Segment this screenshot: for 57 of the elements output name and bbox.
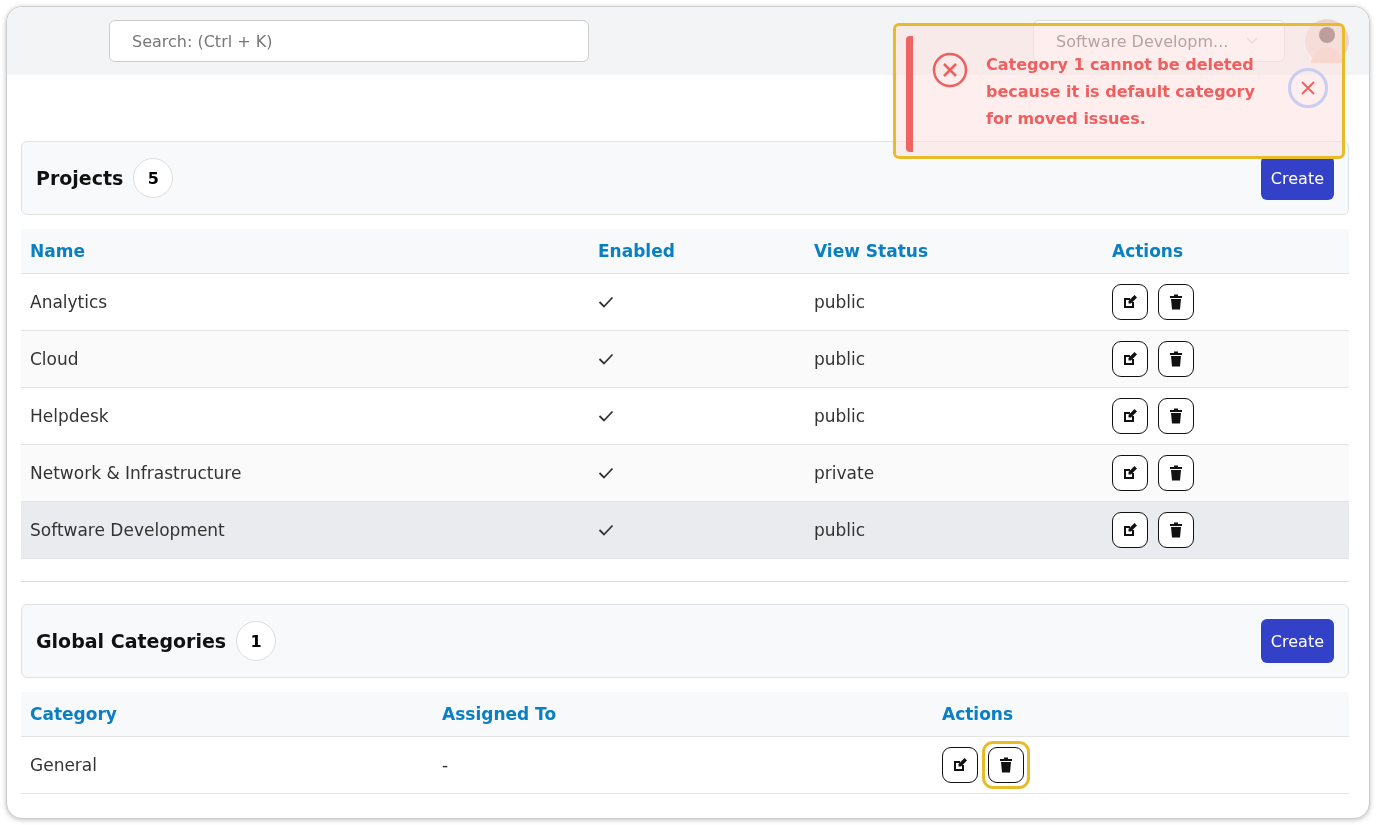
table-cell: Helpdesk bbox=[30, 406, 109, 426]
table-row[interactable]: Helpdesk public bbox=[21, 387, 1349, 445]
table-cell: public bbox=[814, 520, 866, 540]
delete-button[interactable] bbox=[1158, 284, 1194, 320]
table-cell: - bbox=[442, 755, 449, 775]
count-badge: 5 bbox=[133, 158, 174, 198]
column-header: Actions bbox=[933, 692, 1349, 737]
column-header: Enabled bbox=[589, 229, 805, 274]
table-row[interactable]: Software Development public bbox=[21, 501, 1349, 559]
pencil-icon bbox=[1121, 293, 1139, 311]
column-header: Assigned To bbox=[433, 692, 933, 737]
table-row[interactable]: Cloud public bbox=[21, 330, 1349, 388]
table-cell: Network & Infrastructure bbox=[30, 463, 242, 483]
count-badge: 1 bbox=[236, 621, 277, 661]
create-button[interactable]: Create bbox=[1260, 619, 1334, 663]
edit-button[interactable] bbox=[1112, 398, 1148, 434]
pencil-icon bbox=[951, 756, 969, 774]
table-cell: private bbox=[814, 463, 875, 483]
edit-button[interactable] bbox=[1112, 341, 1148, 377]
column-header: Actions bbox=[1103, 229, 1349, 274]
trash-icon bbox=[997, 756, 1015, 774]
table-cell: Analytics bbox=[30, 292, 108, 312]
close-icon bbox=[1300, 80, 1316, 96]
delete-button[interactable] bbox=[1158, 398, 1194, 434]
edit-button[interactable] bbox=[1112, 284, 1148, 320]
table-row[interactable]: Network & Infrastructure private bbox=[21, 444, 1349, 502]
delete-button[interactable] bbox=[988, 747, 1024, 783]
edit-button[interactable] bbox=[1112, 455, 1148, 491]
delete-button[interactable] bbox=[1158, 455, 1194, 491]
table-cell: public bbox=[814, 292, 866, 312]
delete-button[interactable] bbox=[1158, 512, 1194, 548]
trash-icon bbox=[1167, 521, 1185, 539]
trash-icon bbox=[1167, 464, 1185, 482]
column-header: Name bbox=[21, 229, 589, 274]
section-title: Projects bbox=[36, 167, 124, 189]
pencil-icon bbox=[1121, 464, 1139, 482]
trash-icon bbox=[1167, 293, 1185, 311]
column-header: Category bbox=[21, 692, 433, 737]
pencil-icon bbox=[1121, 407, 1139, 425]
table-cell: public bbox=[814, 406, 866, 426]
edit-button[interactable] bbox=[1112, 512, 1148, 548]
edit-button[interactable] bbox=[942, 747, 978, 783]
search-field[interactable]: Search: (Ctrl + K) bbox=[109, 20, 589, 62]
pencil-icon bbox=[1121, 521, 1139, 539]
delete-button[interactable] bbox=[1158, 341, 1194, 377]
table-cell: General bbox=[30, 755, 97, 775]
column-header: View Status bbox=[805, 229, 1103, 274]
table-cell: public bbox=[814, 349, 866, 369]
trash-icon bbox=[1167, 350, 1185, 368]
create-button[interactable]: Create bbox=[1260, 156, 1334, 200]
error-icon bbox=[932, 52, 968, 88]
table-row[interactable]: Analytics public bbox=[21, 273, 1349, 331]
pencil-icon bbox=[1121, 350, 1139, 368]
trash-icon bbox=[1167, 407, 1185, 425]
section-title: Global Categories bbox=[36, 630, 227, 652]
table-cell: Software Development bbox=[30, 520, 225, 540]
table-cell: Cloud bbox=[30, 349, 79, 369]
